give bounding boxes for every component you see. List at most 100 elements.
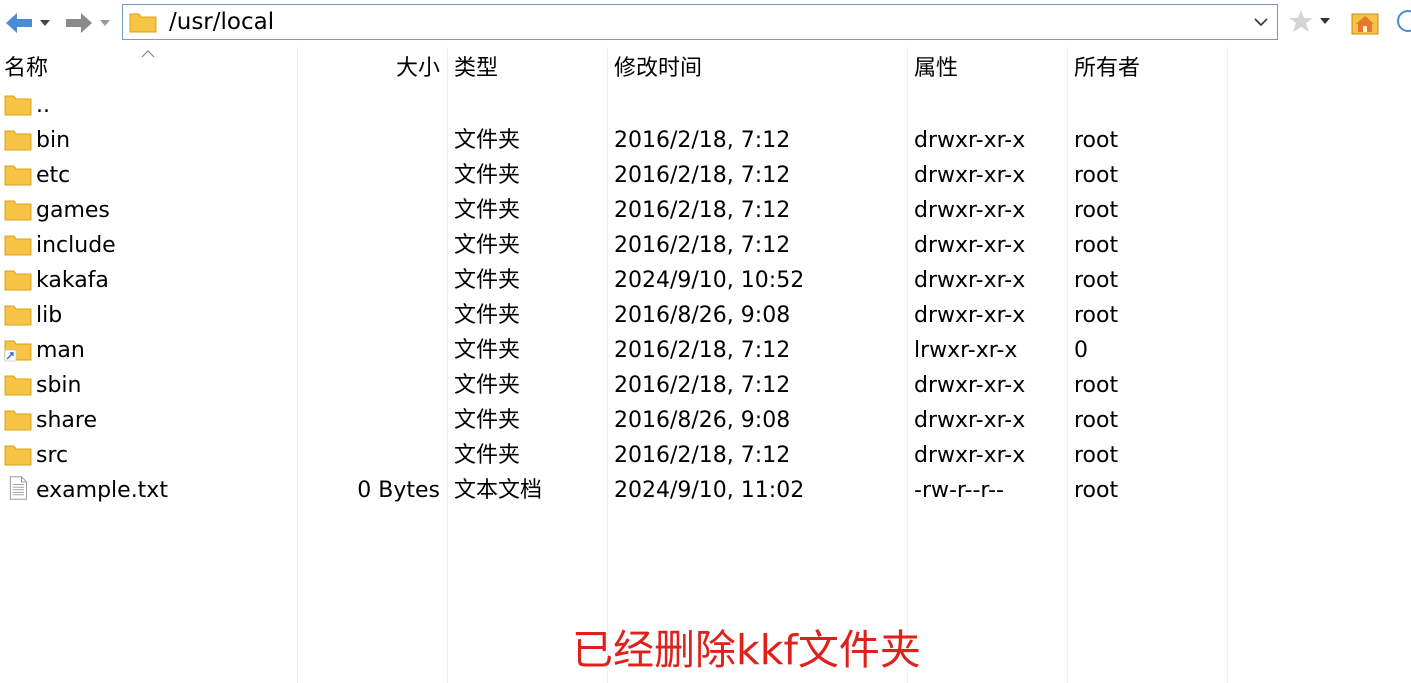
file-size [300, 193, 440, 228]
file-attributes: drwxr-xr-x [914, 128, 1026, 153]
file-name: include [36, 233, 116, 258]
folder-icon [4, 95, 32, 116]
back-arrow-icon [6, 13, 32, 33]
file-size [300, 368, 440, 403]
file-modified: 2016/2/18, 7:12 [614, 443, 791, 468]
file-row[interactable]: bin 文件夹 2016/2/18, 7:12 drwxr-xr-x root [0, 123, 1411, 158]
folder-icon [4, 165, 32, 186]
forward-button[interactable] [64, 8, 118, 38]
file-name: lib [36, 303, 63, 328]
column-header-type[interactable]: 类型 [454, 47, 498, 91]
back-dropdown-icon[interactable] [40, 20, 50, 26]
column-header-owner[interactable]: 所有者 [1074, 47, 1140, 91]
file-name: example.txt [36, 478, 168, 503]
file-size [300, 438, 440, 473]
file-attributes: drwxr-xr-x [914, 303, 1026, 328]
forward-arrow-icon [66, 13, 92, 33]
file-row[interactable]: include 文件夹 2016/2/18, 7:12 drwxr-xr-x r… [0, 228, 1411, 263]
column-header-name[interactable]: 名称 [4, 47, 48, 91]
file-type: 文件夹 [454, 408, 521, 433]
file-row[interactable]: share 文件夹 2016/8/26, 9:08 drwxr-xr-x roo… [0, 403, 1411, 438]
file-modified: 2016/8/26, 9:08 [614, 303, 791, 328]
file-name: etc [36, 163, 71, 188]
file-size: 0 Bytes [357, 478, 440, 503]
folder-icon [129, 13, 157, 33]
file-name: games [36, 198, 110, 223]
folder-icon [4, 130, 32, 151]
chevron-down-icon[interactable] [1253, 14, 1269, 30]
folder-icon [4, 305, 32, 326]
column-header-modified[interactable]: 修改时间 [614, 47, 702, 91]
file-owner: root [1074, 408, 1119, 433]
file-attributes: drwxr-xr-x [914, 233, 1026, 258]
column-header: 名称 大小 类型 修改时间 属性 所有者 [0, 47, 1411, 91]
file-modified: 2016/8/26, 9:08 [614, 408, 791, 433]
file-modified: 2016/2/18, 7:12 [614, 163, 791, 188]
file-name: .. [36, 93, 50, 118]
column-header-size[interactable]: 大小 [300, 47, 440, 91]
file-row[interactable]: sbin 文件夹 2016/2/18, 7:12 drwxr-xr-x root [0, 368, 1411, 403]
folder-icon [4, 375, 32, 396]
file-size [300, 228, 440, 263]
folder-icon [4, 445, 32, 466]
address-path[interactable]: /usr/local [169, 9, 274, 35]
file-owner: root [1074, 128, 1119, 153]
file-type: 文件夹 [454, 233, 521, 258]
address-bar[interactable]: /usr/local [122, 4, 1278, 40]
file-row[interactable]: etc 文件夹 2016/2/18, 7:12 drwxr-xr-x root [0, 158, 1411, 193]
file-row[interactable]: kakafa 文件夹 2024/9/10, 10:52 drwxr-xr-x r… [0, 263, 1411, 298]
forward-dropdown-icon[interactable] [100, 20, 110, 26]
file-owner: root [1074, 373, 1119, 398]
file-name: src [36, 443, 69, 468]
file-type: 文件夹 [454, 443, 521, 468]
file-row[interactable]: games 文件夹 2016/2/18, 7:12 drwxr-xr-x roo… [0, 193, 1411, 228]
search-icon[interactable] [1394, 9, 1411, 35]
favorites-button[interactable] [1288, 8, 1330, 34]
file-modified: 2016/2/18, 7:12 [614, 128, 791, 153]
sort-ascending-icon [141, 50, 155, 58]
file-attributes: -rw-r--r-- [914, 478, 1004, 503]
file-type: 文件夹 [454, 338, 521, 363]
file-attributes: drwxr-xr-x [914, 198, 1026, 223]
annotation-text: 已经删除kkf文件夹 [572, 626, 921, 674]
file-row[interactable]: lib 文件夹 2016/8/26, 9:08 drwxr-xr-x root [0, 298, 1411, 333]
file-name: kakafa [36, 268, 109, 293]
file-attributes: drwxr-xr-x [914, 373, 1026, 398]
file-type: 文件夹 [454, 198, 521, 223]
file-attributes: drwxr-xr-x [914, 268, 1026, 293]
home-icon[interactable] [1350, 8, 1380, 36]
file-type: 文件夹 [454, 128, 521, 153]
file-size [300, 333, 440, 368]
folder-icon [4, 235, 32, 256]
file-name: man [36, 338, 85, 363]
file-size [300, 158, 440, 193]
favorites-dropdown-icon[interactable] [1320, 18, 1330, 24]
file-list: .. bin 文件夹 2016/2/18, 7:12 drwxr-xr-x ro… [0, 88, 1411, 508]
file-name: bin [36, 128, 71, 153]
folder-icon [4, 200, 32, 221]
file-type: 文件夹 [454, 163, 521, 188]
file-modified: 2016/2/18, 7:12 [614, 198, 791, 223]
file-modified: 2024/9/10, 10:52 [614, 268, 805, 293]
file-name: share [36, 408, 97, 433]
folder-icon [4, 270, 32, 291]
file-owner: root [1074, 198, 1119, 223]
file-row[interactable]: src 文件夹 2016/2/18, 7:12 drwxr-xr-x root [0, 438, 1411, 473]
file-size [300, 123, 440, 158]
file-attributes: drwxr-xr-x [914, 443, 1026, 468]
file-owner: root [1074, 303, 1119, 328]
file-owner: root [1074, 268, 1119, 293]
file-row[interactable]: man 文件夹 2016/2/18, 7:12 lrwxr-xr-x 0 [0, 333, 1411, 368]
file-row[interactable]: example.txt 0 Bytes 文本文档 2024/9/10, 11:0… [0, 473, 1411, 508]
file-owner: root [1074, 443, 1119, 468]
column-header-attributes[interactable]: 属性 [914, 47, 958, 91]
folder-link-icon [4, 340, 32, 362]
file-type: 文本文档 [454, 478, 543, 503]
back-button[interactable] [4, 8, 58, 38]
file-attributes: drwxr-xr-x [914, 163, 1026, 188]
file-type: 文件夹 [454, 303, 521, 328]
file-row-parent[interactable]: .. [0, 88, 1411, 123]
folder-icon [4, 410, 32, 431]
file-attributes: lrwxr-xr-x [914, 338, 1018, 363]
file-type: 文件夹 [454, 373, 521, 398]
